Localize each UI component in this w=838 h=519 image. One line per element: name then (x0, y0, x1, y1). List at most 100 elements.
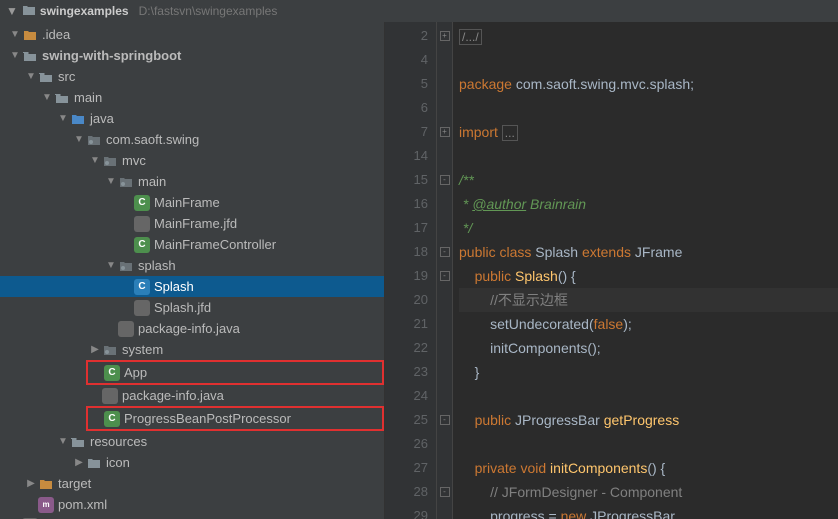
fold-toggle-icon[interactable]: + (440, 127, 450, 137)
tree-item[interactable]: ▶CProgressBeanPostProcessor (88, 408, 382, 429)
fold-toggle-icon[interactable]: - (440, 247, 450, 257)
tree-item[interactable]: ▼ main (0, 87, 384, 108)
fold-toggle-icon[interactable]: - (440, 487, 450, 497)
code-line[interactable]: initComponents(); (459, 336, 838, 360)
fold-toggle-icon[interactable]: - (440, 175, 450, 185)
code-line[interactable] (459, 96, 838, 120)
xml-icon: m (38, 497, 54, 513)
code-line[interactable]: public Splash() { (459, 264, 838, 288)
jfd-icon (102, 388, 118, 404)
code-editor[interactable]: /.../ package com.saoft.swing.mvc.splash… (453, 22, 838, 519)
tree-item[interactable]: ▶package-info.java (0, 318, 384, 339)
tree-item[interactable]: ▶CSplash (0, 276, 384, 297)
tree-item[interactable]: ▶Splash.jfd (0, 297, 384, 318)
line-number: 22 (385, 336, 428, 360)
folder-icon (22, 4, 36, 19)
tree-item[interactable]: ▼java (0, 108, 384, 129)
tree-item[interactable]: ▼src (0, 66, 384, 87)
tree-item-label: main (74, 90, 102, 105)
code-line[interactable]: private void initComponents() { (459, 456, 838, 480)
tree-item[interactable]: ▶LICENSE (0, 515, 384, 519)
tree-item[interactable]: ▶package-info.java (0, 385, 384, 406)
tree-item[interactable]: ▼ main (0, 171, 384, 192)
expand-arrow-icon[interactable]: ▼ (90, 155, 100, 166)
package-icon (102, 153, 118, 169)
expand-arrow-icon[interactable]: ▼ (106, 260, 116, 271)
folder-blue-icon (70, 111, 86, 127)
tree-item[interactable]: ▶CMainFrameController (0, 234, 384, 255)
fold-toggle-icon[interactable]: - (440, 271, 450, 281)
tree-item[interactable]: ▶CApp (88, 362, 382, 383)
code-line[interactable]: /** (459, 168, 838, 192)
tree-item[interactable]: ▶MainFrame.jfd (0, 213, 384, 234)
code-line[interactable]: setUndecorated(false); (459, 312, 838, 336)
tree-item-label: ProgressBeanPostProcessor (124, 411, 291, 426)
code-line[interactable] (459, 144, 838, 168)
code-line[interactable]: package com.saoft.swing.mvc.splash; (459, 72, 838, 96)
expand-arrow-icon[interactable]: ▼ (10, 29, 20, 40)
line-number: 25 (385, 408, 428, 432)
expand-arrow-icon[interactable]: ▼ (42, 92, 52, 103)
fold-toggle-icon[interactable]: + (440, 31, 450, 41)
code-line[interactable] (459, 432, 838, 456)
package-icon (102, 342, 118, 358)
tree-item[interactable]: ▼mvc (0, 150, 384, 171)
code-line[interactable]: /.../ (459, 24, 838, 48)
tree-item[interactable]: ▼resources (0, 431, 384, 452)
expand-arrow-icon[interactable]: ▼ (58, 113, 68, 124)
expand-arrow-icon[interactable]: ▼ (106, 176, 116, 187)
line-number: 28 (385, 480, 428, 504)
folded-region[interactable]: ... (502, 125, 518, 141)
code-line[interactable]: public class Splash extends JFrame (459, 240, 838, 264)
project-path: D:\fastsvn\swingexamples (139, 4, 278, 18)
folder-open-icon (70, 434, 86, 450)
folded-region[interactable]: /.../ (459, 29, 482, 45)
tree-item[interactable]: ▶icon (0, 452, 384, 473)
class-sel-icon: C (134, 279, 150, 295)
expand-arrow-icon[interactable]: ▶ (90, 344, 100, 355)
expand-arrow-icon[interactable]: ▼ (58, 436, 68, 447)
code-line[interactable] (459, 48, 838, 72)
tree-item-label: main (138, 174, 166, 189)
tree-item[interactable]: ▼splash (0, 255, 384, 276)
tree-item[interactable]: ▶mpom.xml (0, 494, 384, 515)
code-line[interactable]: // JFormDesigner - Component (459, 480, 838, 504)
tree-item-label: MainFrameController (154, 237, 276, 252)
code-line[interactable]: */ (459, 216, 838, 240)
tree-item-label: MainFrame (154, 195, 220, 210)
project-tree[interactable]: ▼.idea▼swing-with-springboot▼src▼main▼ja… (0, 22, 385, 519)
tree-item[interactable]: ▶ target (0, 473, 384, 494)
code-line[interactable]: * @author Brainrain (459, 192, 838, 216)
expand-arrow-icon[interactable]: ▼ (10, 50, 20, 61)
class-icon: C (104, 411, 120, 427)
expand-arrow-icon[interactable]: ▼ (26, 71, 36, 82)
tree-item[interactable]: ▼ .idea (0, 24, 384, 45)
tree-item[interactable]: ▶ system (0, 339, 384, 360)
tree-item-label: swing-with-springboot (42, 48, 181, 63)
fold-toggle-icon[interactable]: - (440, 415, 450, 425)
expand-arrow-icon[interactable]: ▼ (74, 134, 84, 145)
code-line[interactable]: //不显示边框 (459, 288, 838, 312)
code-line[interactable]: } (459, 360, 838, 384)
class-icon: C (134, 237, 150, 253)
tree-item-label: target (58, 476, 91, 491)
expand-arrow-icon[interactable]: ▶ (74, 457, 84, 468)
line-number: 21 (385, 312, 428, 336)
expand-arrow-icon[interactable]: ▶ (26, 478, 36, 489)
class-icon: C (134, 195, 150, 211)
tree-item[interactable]: ▼ com.saoft.swing (0, 129, 384, 150)
code-line[interactable]: progress = new JProgressBar (459, 504, 838, 519)
code-line[interactable]: public JProgressBar getProgress (459, 408, 838, 432)
tree-item-label: system (122, 342, 163, 357)
tree-item[interactable]: ▶CMainFrame (0, 192, 384, 213)
tree-item-label: com.saoft.swing (106, 132, 199, 147)
fold-column[interactable]: + + - - - - - (437, 22, 453, 519)
code-line[interactable]: import ... (459, 120, 838, 144)
line-number: 17 (385, 216, 428, 240)
tree-item-label: .idea (42, 27, 70, 42)
line-number: 14 (385, 144, 428, 168)
editor-gutter: 2456714151617181920212223242526272829303… (385, 22, 437, 519)
code-line[interactable] (459, 384, 838, 408)
package-icon (118, 174, 134, 190)
tree-item[interactable]: ▼ swing-with-springboot (0, 45, 384, 66)
